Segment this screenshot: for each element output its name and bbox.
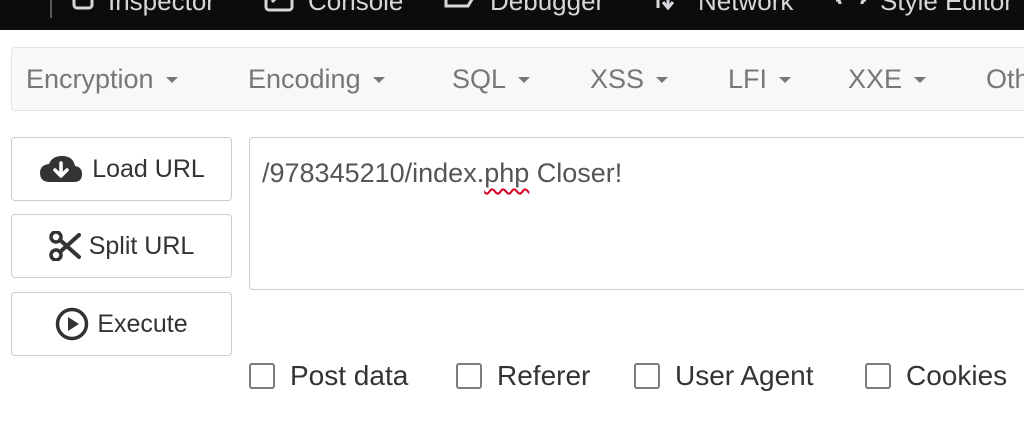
tab-debugger[interactable]: Debugger — [444, 0, 604, 16]
user-agent-checkbox[interactable]: User Agent — [634, 356, 814, 396]
checkbox-label: Cookies — [906, 360, 1008, 391]
split-url-label: Split URL — [88, 231, 195, 260]
cookies-checkbox[interactable]: Cookies — [865, 356, 1007, 396]
tab-label: Inspector — [108, 0, 215, 16]
caret-down-icon — [656, 77, 669, 83]
payload-navbar: Encryption Encoding SQL XSS LFI XXE Othe… — [11, 47, 1024, 111]
checkbox-box[interactable] — [249, 363, 275, 389]
devtools-toolbar: Inspector Console Debugger Network Style… — [0, 0, 1024, 30]
tab-network[interactable]: Network — [652, 0, 793, 16]
split-url-button[interactable]: Split URL — [11, 214, 232, 278]
tab-style-editor[interactable]: Style Editor — [836, 0, 1013, 16]
network-icon — [656, 0, 675, 11]
caret-down-icon — [518, 77, 531, 83]
post-data-checkbox[interactable]: Post data — [249, 356, 408, 396]
caret-down-icon — [914, 77, 927, 83]
menu-xss[interactable]: XSS — [590, 48, 669, 110]
tab-inspector[interactable]: Inspector — [72, 0, 215, 16]
scissors-icon — [48, 231, 81, 261]
menu-other[interactable]: Other — [986, 48, 1024, 110]
execute-label: Execute — [97, 309, 188, 338]
caret-down-icon — [372, 77, 385, 83]
referer-checkbox[interactable]: Referer — [456, 356, 590, 396]
menu-label: Encoding — [248, 63, 361, 94]
cloud-download-icon — [40, 156, 83, 182]
tab-label: Debugger — [490, 0, 605, 16]
tab-label: Console — [308, 0, 404, 16]
menu-label: LFI — [728, 63, 768, 94]
url-text-start: /978345210/index. — [262, 158, 485, 188]
load-url-button[interactable]: Load URL — [11, 137, 232, 201]
menu-label: Encryption — [26, 63, 154, 94]
style-editor-icon — [836, 0, 866, 5]
execute-button[interactable]: Execute — [11, 292, 232, 356]
play-circle-icon — [56, 307, 89, 341]
checkbox-label: Post data — [290, 360, 409, 391]
menu-label: XXE — [848, 63, 903, 94]
menu-lfi[interactable]: LFI — [728, 48, 792, 110]
load-url-label: Load URL — [92, 154, 205, 183]
checkbox-box[interactable] — [456, 363, 482, 389]
menu-label: SQL — [452, 63, 507, 94]
debugger-icon — [444, 0, 474, 8]
url-text-misspelled: php — [484, 158, 530, 188]
toolbar-separator — [50, 0, 52, 18]
tab-label: Network — [698, 0, 794, 16]
console-icon — [264, 0, 294, 12]
checkbox-label: Referer — [497, 360, 591, 391]
url-textarea[interactable]: /978345210/index.php Closer! — [249, 137, 1024, 290]
tab-label: Style Editor — [880, 0, 1013, 16]
menu-encryption[interactable]: Encryption — [26, 48, 178, 110]
inspector-icon — [72, 0, 94, 10]
menu-encoding[interactable]: Encoding — [248, 48, 385, 110]
menu-xxe[interactable]: XXE — [848, 48, 927, 110]
url-text-end: Closer! — [529, 158, 623, 188]
menu-label: Other — [986, 63, 1024, 94]
tab-console[interactable]: Console — [264, 0, 403, 16]
checkbox-label: User Agent — [675, 360, 814, 391]
caret-down-icon — [779, 77, 792, 83]
caret-down-icon — [165, 77, 178, 83]
menu-label: XSS — [590, 63, 645, 94]
checkbox-box[interactable] — [865, 363, 891, 389]
menu-sql[interactable]: SQL — [452, 48, 531, 110]
checkbox-box[interactable] — [634, 363, 660, 389]
